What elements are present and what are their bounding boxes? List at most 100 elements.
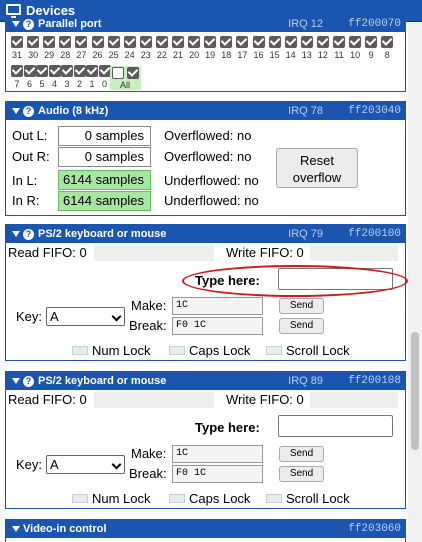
bit-number-label: 14	[285, 50, 296, 60]
caps-lock-label: Caps Lock	[189, 491, 251, 506]
bit-28-checkbox[interactable]	[59, 36, 72, 48]
bit-19-checkbox[interactable]	[204, 36, 217, 48]
irq-label: IRQ 12	[288, 18, 323, 30]
ps2-header-2[interactable]: ? PS/2 keyboard or mouse IRQ 89 ff200108	[6, 372, 405, 390]
bit-2-checkbox[interactable]	[73, 65, 86, 77]
scrollbar-thumb[interactable]	[411, 332, 419, 450]
bit-number-label: 27	[76, 50, 87, 60]
bit-25-checkbox[interactable]	[107, 36, 120, 48]
irq-label: IRQ 79	[288, 228, 323, 240]
bit-10-checkbox[interactable]	[349, 36, 362, 48]
write-fifo-bar	[310, 245, 398, 261]
send-make-button[interactable]: Send	[279, 446, 324, 462]
type-here-highlight-ellipse	[182, 265, 408, 297]
all-toggle[interactable]: All	[110, 66, 141, 90]
key-label: Key:	[16, 457, 43, 472]
monitor-icon	[6, 4, 21, 18]
bit-number-label: 23	[140, 50, 151, 60]
collapse-icon[interactable]	[12, 378, 20, 385]
help-icon[interactable]: ?	[23, 228, 34, 240]
parallel-port-header[interactable]: ? Parallel port IRQ 12 ff200070	[6, 18, 405, 32]
bit-7-checkbox[interactable]	[11, 65, 23, 77]
break-code-input[interactable]: F0 1C	[172, 465, 263, 483]
vertical-scrollbar[interactable]	[408, 22, 422, 542]
send-make-button[interactable]: Send	[279, 298, 324, 314]
bit-22-checkbox[interactable]	[155, 36, 168, 48]
send-break-button[interactable]: Send	[279, 466, 324, 482]
collapse-icon[interactable]	[12, 108, 20, 115]
bit-number-label: 18	[221, 50, 232, 60]
bit-24-checkbox[interactable]	[123, 36, 136, 48]
bit-11-checkbox[interactable]	[333, 36, 345, 48]
bit-20-checkbox[interactable]	[188, 36, 201, 48]
bit-number-label: 11	[334, 50, 344, 60]
out-r-label: Out R:	[12, 149, 50, 164]
audio-header[interactable]: ? Audio (8 kHz) IRQ 78 ff203040	[6, 102, 405, 120]
video-in-header[interactable]: Video-in control ff203060	[6, 520, 405, 538]
break-code-input[interactable]: F0 1C	[172, 317, 263, 335]
bit-9-checkbox[interactable]	[365, 36, 378, 48]
reset-overflow-button[interactable]: Reset overflow	[276, 148, 358, 188]
write-fifo-bar	[310, 392, 398, 408]
bit-29-checkbox[interactable]	[43, 36, 56, 48]
ps2-header-1[interactable]: ? PS/2 keyboard or mouse IRQ 79 ff200100	[6, 225, 405, 243]
bit-number-label: 25	[108, 50, 119, 60]
key-select[interactable]: A	[46, 307, 125, 326]
help-icon[interactable]: ?	[23, 375, 34, 387]
send-break-button[interactable]: Send	[279, 318, 324, 334]
bit-3-checkbox[interactable]	[61, 65, 73, 77]
key-select[interactable]: A	[46, 455, 125, 474]
bit-1-checkbox[interactable]	[86, 65, 98, 77]
bit-0-checkbox[interactable]	[98, 65, 111, 77]
bit-number-label: 19	[205, 50, 216, 60]
help-icon[interactable]: ?	[23, 18, 34, 30]
out-l-label: Out L:	[12, 128, 48, 143]
break-label: Break:	[129, 318, 167, 333]
bit-13-checkbox[interactable]	[300, 36, 313, 48]
bit-8-checkbox[interactable]	[381, 36, 394, 48]
bit-number-label: 17	[237, 50, 248, 60]
collapse-icon[interactable]	[12, 526, 20, 533]
address-label: ff200070	[348, 18, 401, 30]
bit-16-checkbox[interactable]	[252, 36, 265, 48]
bit-6-checkbox[interactable]	[23, 65, 36, 77]
bit-18-checkbox[interactable]	[220, 36, 233, 48]
num-lock-label: Num Lock	[92, 491, 151, 506]
make-code-input[interactable]: 1C	[172, 445, 263, 463]
type-here-input[interactable]	[278, 415, 393, 437]
bit-30-checkbox[interactable]	[27, 36, 40, 48]
underflowed-l-status: Underflowed: no	[164, 173, 259, 188]
bit-17-checkbox[interactable]	[236, 36, 249, 48]
window-title: Devices	[26, 3, 76, 18]
collapse-icon[interactable]	[12, 21, 20, 28]
bit-number-label: 29	[44, 50, 55, 60]
bit-23-checkbox[interactable]	[139, 36, 152, 48]
in-l-samples: 6144 samples	[58, 170, 151, 190]
bit-27-checkbox[interactable]	[75, 36, 88, 48]
bit-14-checkbox[interactable]	[284, 36, 297, 48]
ps2-panel-1: ? PS/2 keyboard or mouse IRQ 79 ff200100 …	[5, 224, 408, 361]
help-icon[interactable]: ?	[23, 105, 34, 117]
bit-21-checkbox[interactable]	[172, 36, 184, 48]
audio-panel: ? Audio (8 kHz) IRQ 78 ff203040 Out L: Ou…	[5, 101, 406, 216]
overflow-label: overflow	[292, 170, 342, 185]
bit-12-checkbox[interactable]	[316, 36, 329, 48]
all-unchecked-checkbox[interactable]	[112, 67, 124, 79]
num-lock-led	[72, 346, 88, 355]
all-checked-checkbox[interactable]	[127, 67, 139, 79]
make-code-input[interactable]: 1C	[172, 297, 263, 315]
address-label: ff203060	[348, 523, 401, 535]
in-r-samples: 6144 samples	[58, 191, 151, 211]
bit-number-label: 16	[253, 50, 264, 60]
panel-title: Audio (8 kHz)	[38, 105, 109, 118]
bit-4-checkbox[interactable]	[48, 65, 61, 77]
in-r-label: In R:	[12, 193, 40, 208]
bit-5-checkbox[interactable]	[36, 65, 48, 77]
bit-15-checkbox[interactable]	[268, 36, 281, 48]
bit-31-checkbox[interactable]	[11, 36, 23, 48]
address-label: ff200100	[348, 228, 401, 240]
address-label: ff200108	[348, 375, 401, 387]
panel-title: PS/2 keyboard or mouse	[38, 228, 167, 241]
bit-26-checkbox[interactable]	[91, 36, 104, 48]
collapse-icon[interactable]	[12, 231, 20, 238]
